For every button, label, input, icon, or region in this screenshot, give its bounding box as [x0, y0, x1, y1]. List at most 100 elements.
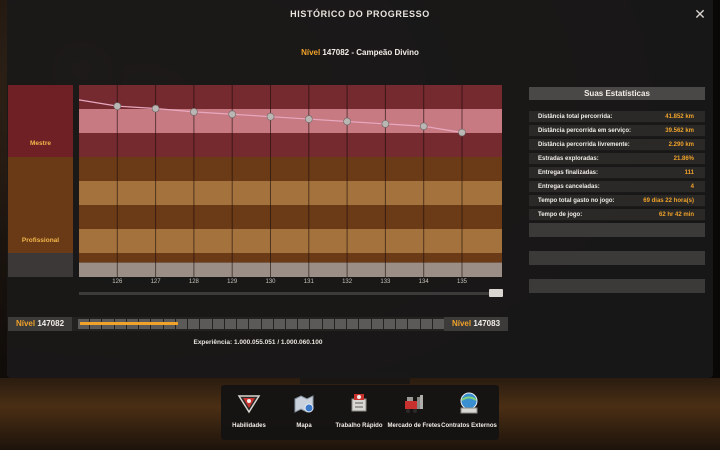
level-segment [322, 319, 334, 329]
chart-band [79, 262, 502, 277]
toolbar-item-label: Mercado de Fretes [387, 423, 441, 429]
rank-label-profissional: Profissional [21, 237, 60, 244]
x-tick-label: 133 [380, 279, 391, 285]
stats-header: Suas Estatísticas [529, 87, 705, 100]
level-segment [310, 319, 322, 329]
stats-empty-row [529, 223, 705, 237]
current-level-prefix: Nível [15, 319, 36, 328]
level-segment [298, 319, 310, 329]
current-level-value: 147082 [37, 319, 65, 328]
chart-point[interactable] [151, 104, 160, 113]
level-segment [371, 319, 383, 329]
x-tick-label: 127 [150, 279, 161, 285]
chart-band [79, 229, 502, 253]
level-segment [237, 319, 249, 329]
x-tick-label: 129 [227, 279, 238, 285]
stat-label: Distância percorrida livremente: [538, 142, 630, 148]
level-segment [224, 319, 237, 329]
toolbar-item-label: Mapa [296, 423, 312, 429]
level-segment [420, 319, 432, 329]
level-segment [285, 319, 298, 329]
progress-chart [79, 85, 502, 277]
stats-empty-row [529, 279, 705, 293]
stat-row: Distância total percorrida: 41.852 km [529, 111, 705, 123]
chart-point[interactable] [343, 117, 351, 126]
stat-row: Distância percorrida livremente: 2.290 km [529, 139, 705, 151]
next-level-value: 147083 [473, 319, 501, 328]
level-rank: - Campeão Divino [351, 48, 419, 57]
level-progress-fill [80, 322, 178, 325]
rank-band-mestre: Mestre [8, 85, 73, 157]
stat-value: 4 [690, 184, 694, 190]
stat-value: 111 [684, 170, 694, 176]
stat-value: 41.852 km [665, 114, 694, 120]
stat-value: 21.86% [673, 156, 694, 162]
chart-point[interactable] [458, 128, 466, 137]
toolbar-item-quick-job[interactable]: Trabalho Rápido [331, 385, 387, 440]
skills-icon [237, 391, 261, 415]
level-segment [273, 319, 285, 329]
dialog-title: HISTÓRICO DO PROGRESSO [290, 9, 430, 19]
chart-point[interactable] [113, 102, 122, 110]
close-button[interactable]: ✕ [693, 7, 707, 21]
x-tick-label: 130 [265, 279, 276, 285]
rank-band-base [8, 253, 73, 277]
stat-label: Estradas exploradas: [538, 156, 599, 162]
level-segment [347, 319, 359, 329]
chart-scrollbar-thumb[interactable] [489, 289, 503, 297]
level-segment [200, 319, 212, 329]
experience-text: Experiência: 1.000.055.051 / 1.000.060.1… [193, 339, 323, 346]
chart-point[interactable] [419, 122, 428, 131]
toolbar-item-map[interactable]: Mapa [276, 385, 332, 440]
chart-band [79, 109, 502, 133]
level-segment [261, 319, 273, 329]
toolbar-item-label: Trabalho Rápido [335, 423, 383, 429]
toolbar-item-skills[interactable]: Habilidades [221, 385, 277, 440]
chart-point[interactable] [305, 115, 313, 123]
stat-row: Entregas finalizadas: 111 [529, 167, 705, 179]
level-segment [396, 319, 408, 329]
level-heading: Nível 147082 - Campeão Divino [7, 48, 713, 57]
chart-point[interactable] [190, 108, 198, 116]
current-level-badge: Nível 147082 [8, 317, 72, 331]
stats-empty-row [529, 251, 705, 265]
stat-row: Tempo total gasto no jogo: 69 dias 22 hor… [529, 195, 705, 207]
x-tick-label: 132 [342, 279, 353, 285]
rank-label-mestre: Mestre [30, 140, 51, 147]
chart-point[interactable] [228, 110, 236, 119]
level-segment [249, 319, 261, 329]
toolbar-item-external-contracts[interactable]: Contratos Externos [441, 385, 497, 440]
x-tick-label: 135 [456, 279, 467, 285]
level-segment [383, 319, 396, 329]
stat-label: Distância percorrida em serviço: [538, 128, 632, 134]
chart-scrollbar-track[interactable] [79, 292, 502, 295]
chart-band [79, 85, 502, 109]
stat-label: Tempo de jogo: [538, 212, 583, 218]
level-segment [359, 319, 371, 329]
map-icon [292, 391, 316, 415]
level-segment [188, 319, 200, 329]
level-segment [212, 319, 224, 329]
next-level-badge: Nível 147083 [444, 317, 508, 331]
x-tick-label: 134 [418, 279, 429, 285]
stat-label: Entregas canceladas: [538, 184, 600, 190]
toolbar-item-label: Habilidades [232, 423, 266, 429]
chart-band [79, 157, 502, 181]
stat-value: 62 hr 42 min [658, 212, 694, 218]
chart-point[interactable] [266, 112, 275, 121]
rank-band-profissional: Profissional [8, 157, 73, 253]
level-progress-bar: Nível 147082 Nível 147083 [8, 317, 508, 331]
freight-market-icon [402, 391, 426, 415]
stat-row: Tempo de jogo: 62 hr 42 min [529, 209, 705, 221]
progress-chart-svg [79, 85, 502, 277]
stat-value: 39.562 km [665, 128, 694, 134]
chart-band [79, 205, 502, 229]
chart-point[interactable] [381, 120, 390, 128]
toolbar-item-freight-market[interactable]: Mercado de Fretes [386, 385, 442, 440]
chart-band [79, 181, 502, 205]
next-level-prefix: Nível [451, 319, 472, 328]
stat-row: Distância percorrida em serviço: 39.562 k… [529, 125, 705, 137]
chart-band [79, 253, 502, 263]
level-segment [334, 319, 347, 329]
stat-label: Distância total percorrida: [538, 114, 613, 120]
